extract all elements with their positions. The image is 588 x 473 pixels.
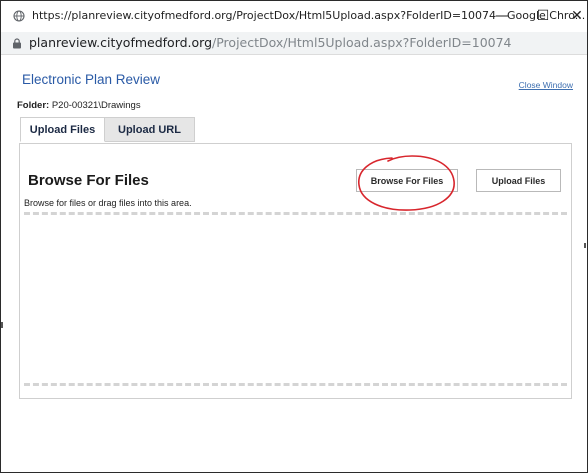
drop-hint-text: Browse for files or drag files into this… <box>24 198 192 208</box>
folder-path: Folder: P20-00321\Drawings <box>17 100 141 111</box>
url-host: planreview.cityofmedford.org <box>29 35 213 50</box>
close-button[interactable]: ✕ <box>568 5 586 27</box>
left-edge-mark <box>1 322 3 328</box>
page-title: Electronic Plan Review <box>22 72 161 87</box>
url-display[interactable]: planreview.cityofmedford.org/ProjectDox/… <box>29 35 512 50</box>
upload-files-button[interactable]: Upload Files <box>476 169 561 192</box>
tab-upload-url[interactable]: Upload URL <box>105 117 195 142</box>
title-bar: https://planreview.cityofmedford.org/Pro… <box>1 1 587 33</box>
browse-for-files-button[interactable]: Browse For Files <box>356 169 458 192</box>
close-window-link[interactable]: Close Window <box>519 80 573 90</box>
folder-value: P20-00321\Drawings <box>51 100 141 111</box>
file-drop-zone[interactable] <box>24 212 567 386</box>
right-edge-mark <box>584 243 586 248</box>
tab-upload-files[interactable]: Upload Files <box>20 117 105 142</box>
maximize-button[interactable]: ☐ <box>528 5 558 27</box>
upload-panel: Browse For Files Browse For Files Upload… <box>19 143 572 399</box>
address-bar[interactable]: planreview.cityofmedford.org/ProjectDox/… <box>1 32 587 55</box>
globe-icon <box>13 10 25 22</box>
lock-icon[interactable] <box>12 38 22 49</box>
browse-heading: Browse For Files <box>28 172 149 189</box>
folder-label: Folder: <box>17 100 50 111</box>
minimize-button[interactable]: — <box>487 5 517 27</box>
upload-tabs: Upload Files Upload URL <box>20 117 195 143</box>
browser-window: https://planreview.cityofmedford.org/Pro… <box>0 0 588 473</box>
url-path: /ProjectDox/Html5Upload.aspx?FolderID=10… <box>212 35 512 50</box>
